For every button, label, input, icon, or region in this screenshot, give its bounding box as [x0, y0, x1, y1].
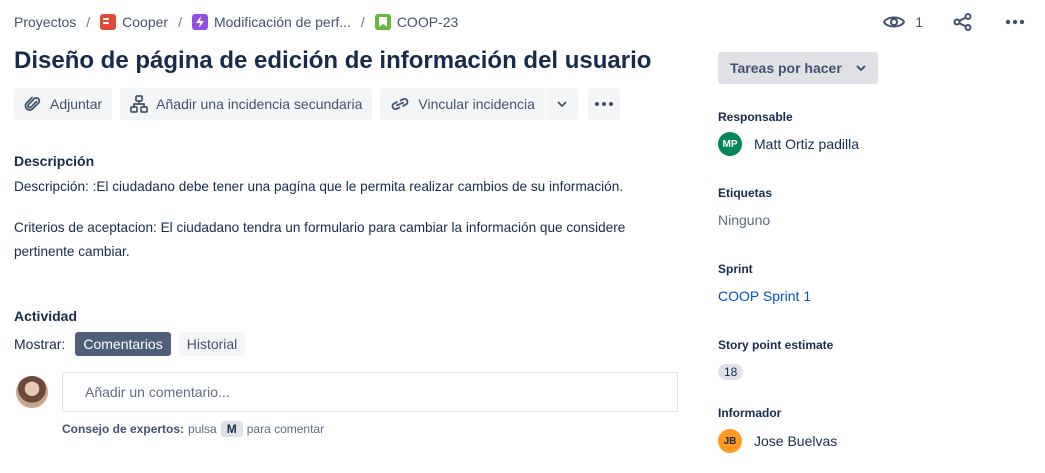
breadcrumb: Proyectos / Cooper / Modificación de per…	[14, 12, 458, 32]
more-horizontal-icon	[1005, 19, 1025, 25]
breadcrumb-issue-label[interactable]: COOP-23	[397, 14, 458, 30]
link-issue-dropdown[interactable]	[545, 88, 578, 120]
share-button[interactable]	[947, 8, 979, 36]
link-issue-label: Vincular incidencia	[418, 96, 535, 112]
paperclip-icon	[24, 96, 41, 111]
breadcrumb-project-label[interactable]: Cooper	[122, 14, 168, 30]
toolbar-more-button[interactable]	[587, 88, 620, 120]
status-dropdown[interactable]: Tareas por hacer	[718, 52, 878, 84]
breadcrumb-epic-label[interactable]: Modificación de perf...	[214, 14, 351, 30]
tab-history[interactable]: Historial	[178, 332, 246, 356]
activity-heading: Actividad	[14, 308, 78, 324]
description-line-1[interactable]: Descripción: :El ciudadano debe tener un…	[14, 175, 664, 199]
add-child-issue-label: Añadir una incidencia secundaria	[156, 96, 363, 112]
labels-label: Etiquetas	[718, 186, 773, 200]
eye-icon	[883, 16, 906, 28]
breadcrumb-separator: /	[86, 14, 91, 30]
sprint-link[interactable]: COOP Sprint 1	[718, 288, 811, 304]
show-label: Mostrar:	[14, 336, 66, 352]
breadcrumb-projects[interactable]: Proyectos	[14, 14, 76, 30]
story-points-label: Story point estimate	[718, 338, 834, 352]
breadcrumb-separator: /	[178, 14, 182, 30]
issue-toolbar: Adjuntar Añadir una incidencia secundari…	[14, 88, 620, 120]
more-horizontal-icon	[594, 102, 613, 106]
assignee-avatar: MP	[718, 132, 742, 156]
story-bookmark-icon	[374, 14, 391, 30]
project-icon	[100, 14, 117, 30]
share-icon	[953, 13, 972, 31]
tip-press: pulsa	[188, 422, 217, 436]
current-user-avatar	[16, 376, 48, 408]
attach-button[interactable]: Adjuntar	[14, 88, 113, 120]
header-actions: 1	[879, 8, 1031, 36]
assignee-name: Matt Ortiz padilla	[754, 136, 860, 152]
labels-field[interactable]: Ninguno	[718, 212, 770, 228]
attach-button-label: Adjuntar	[50, 96, 103, 112]
story-points-value: 18	[718, 364, 744, 380]
comment-placeholder: Añadir un comentario...	[85, 384, 230, 400]
status-label: Tareas por hacer	[730, 60, 842, 76]
more-actions-button[interactable]	[999, 8, 1031, 36]
breadcrumb-issue[interactable]: COOP-23	[374, 14, 458, 30]
description-heading: Descripción	[14, 153, 95, 169]
epic-lightning-icon	[191, 14, 208, 30]
comment-input[interactable]: Añadir un comentario...	[62, 372, 678, 412]
add-child-issue-button[interactable]: Añadir una incidencia secundaria	[120, 88, 373, 120]
sprint-label: Sprint	[718, 262, 753, 276]
link-issue-button[interactable]: Vincular incidencia	[380, 88, 545, 120]
reporter-name: Jose Buelvas	[754, 433, 838, 449]
chevron-down-icon	[856, 65, 866, 71]
reporter-field[interactable]: JB Jose Buelvas	[718, 429, 837, 453]
keyboard-shortcut-key: M	[220, 421, 243, 437]
tip-label: Consejo de expertos:	[62, 422, 185, 436]
breadcrumb-project[interactable]: Cooper	[100, 14, 168, 30]
watch-button[interactable]: 1	[879, 8, 927, 36]
breadcrumb-separator: /	[360, 14, 365, 30]
activity-filter: Mostrar: Comentarios Historial	[14, 332, 246, 356]
reporter-label: Informador	[718, 406, 782, 420]
tip-action: para comentar	[246, 422, 325, 436]
breadcrumb-epic[interactable]: Modificación de perf...	[191, 14, 351, 30]
reporter-avatar: JB	[718, 429, 742, 453]
breadcrumb-projects-label[interactable]: Proyectos	[14, 14, 76, 30]
tab-comments[interactable]: Comentarios	[75, 332, 171, 356]
story-points-field[interactable]: 18	[718, 364, 744, 380]
issue-title[interactable]: Diseño de página de edición de informaci…	[14, 47, 651, 75]
assignee-field[interactable]: MP Matt Ortiz padilla	[718, 132, 859, 156]
hierarchy-icon	[130, 95, 149, 113]
assignee-label: Responsable	[718, 110, 793, 124]
description-line-2[interactable]: Criterios de aceptacion: El ciudadano te…	[14, 216, 664, 264]
link-icon	[392, 98, 409, 110]
watchers-count: 1	[915, 14, 923, 30]
chevron-down-icon	[557, 101, 567, 107]
link-issue-group: Vincular incidencia	[380, 88, 578, 120]
pro-tip: Consejo de expertos: pulsa M para coment…	[62, 421, 324, 437]
